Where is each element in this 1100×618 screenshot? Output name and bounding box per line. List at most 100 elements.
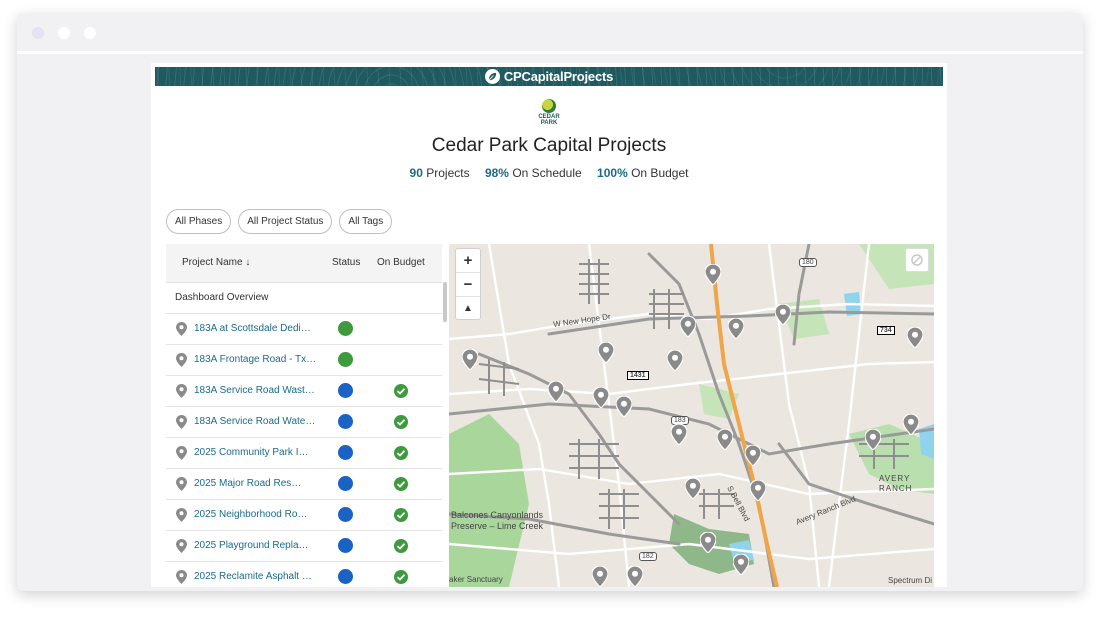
project-marker-icon[interactable] — [591, 565, 609, 587]
on-budget-check-icon — [394, 477, 408, 491]
table-scrollbar[interactable] — [443, 282, 447, 322]
location-disabled-icon[interactable] — [905, 248, 929, 272]
status-indicator — [338, 538, 353, 553]
map-label-balcones-2: Preserve – Lime Creek — [451, 521, 544, 531]
project-marker-icon[interactable] — [906, 326, 924, 349]
project-name-link[interactable]: 183A Service Road Wast… — [194, 385, 315, 396]
table-row[interactable]: 183A Service Road Wate… — [166, 407, 442, 438]
project-name-link[interactable]: 2025 Reclamite Asphalt … — [194, 571, 312, 582]
cedar-park-logo: CEDAR PARK — [531, 99, 567, 135]
filter-phases-button[interactable]: All Phases — [166, 209, 232, 234]
status-indicator — [338, 383, 353, 398]
map-canvas — [449, 244, 934, 587]
project-marker-icon[interactable] — [679, 315, 697, 338]
browser-window: CPCapitalProjects CEDAR PARK Cedar Park … — [17, 13, 1083, 591]
window-titlebar — [17, 13, 1083, 51]
project-marker-icon[interactable] — [547, 380, 565, 403]
project-name-link[interactable]: 2025 Community Park I… — [194, 447, 309, 458]
dashboard-overview-row[interactable]: Dashboard Overview — [166, 283, 442, 314]
project-table: Project Name ↓ Status On Budget Dashboar… — [166, 244, 442, 587]
map-zoom-control: + − ▲ — [455, 248, 481, 320]
map-pin-icon — [176, 384, 187, 398]
project-name-link[interactable]: 183A Frontage Road - Tx… — [194, 354, 316, 365]
project-marker-icon[interactable] — [902, 413, 920, 436]
banner-leaf-icon — [484, 69, 500, 84]
window-maximize-dot[interactable] — [84, 27, 96, 39]
stat-projects: 90 Projects — [409, 166, 470, 180]
table-row[interactable]: 183A Frontage Road - Tx… — [166, 345, 442, 376]
window-minimize-dot[interactable] — [58, 27, 70, 39]
map-pin-icon — [176, 415, 187, 429]
project-marker-icon[interactable] — [461, 348, 479, 371]
stat-on-budget: 100% On Budget — [597, 166, 689, 180]
table-row[interactable]: 2025 Neighborhood Ro… — [166, 500, 442, 531]
shield-1431-icon: 1431 — [627, 371, 649, 380]
project-marker-icon[interactable] — [592, 386, 610, 409]
shield-182-icon: 182 — [639, 552, 657, 561]
stat-on-schedule: 98% On Schedule — [484, 166, 582, 180]
table-row[interactable]: 2025 Reclamite Asphalt … — [166, 562, 442, 587]
project-marker-icon[interactable] — [732, 553, 750, 576]
window-close-dot[interactable] — [32, 27, 44, 39]
project-marker-icon[interactable] — [684, 477, 702, 500]
map-label-avery-ranch-2: RANCH — [879, 484, 913, 493]
map-attribution[interactable]: Spectrum Di — [888, 576, 932, 585]
table-row[interactable]: 183A Service Road Wast… — [166, 376, 442, 407]
zoom-out-button[interactable]: − — [456, 273, 480, 297]
table-row[interactable]: 2025 Playground Repla… — [166, 531, 442, 562]
map-pin-icon — [176, 539, 187, 553]
map-pin-icon — [176, 570, 187, 584]
project-name-link[interactable]: 183A at Scottsdale Dedi… — [194, 323, 311, 334]
on-budget-check-icon — [394, 446, 408, 460]
map-pin-icon — [176, 322, 187, 336]
filter-tags-button[interactable]: All Tags — [339, 209, 393, 234]
project-name-link[interactable]: 183A Service Road Wate… — [194, 416, 315, 427]
on-budget-check-icon — [394, 508, 408, 522]
column-header-name[interactable]: Project Name ↓ — [182, 257, 250, 268]
project-marker-icon[interactable] — [670, 423, 688, 446]
project-marker-icon[interactable] — [597, 341, 615, 364]
project-marker-icon[interactable] — [704, 263, 722, 286]
map-label-sanctuary: aker Sanctuary — [449, 575, 503, 584]
project-marker-icon[interactable] — [666, 349, 684, 372]
map-pin-icon — [176, 508, 187, 522]
project-name-link[interactable]: 2025 Major Road Res… — [194, 478, 301, 489]
banner-title[interactable]: CPCapitalProjects — [504, 69, 614, 84]
project-marker-icon[interactable] — [727, 317, 745, 340]
page-title: Cedar Park Capital Projects — [431, 135, 667, 156]
table-row[interactable]: 183A at Scottsdale Dedi… — [166, 314, 442, 345]
project-marker-icon[interactable] — [716, 428, 734, 451]
compass-reset-button[interactable]: ▲ — [456, 297, 480, 320]
status-indicator — [338, 569, 353, 584]
on-budget-check-icon — [394, 539, 408, 553]
project-marker-icon[interactable] — [626, 565, 644, 587]
project-marker-icon[interactable] — [615, 395, 633, 418]
project-marker-icon[interactable] — [774, 303, 792, 326]
table-row[interactable]: 2025 Major Road Res… — [166, 469, 442, 500]
map-label-balcones-1: Balcones Canyonlands — [451, 510, 544, 520]
on-budget-check-icon — [394, 384, 408, 398]
project-marker-icon[interactable] — [864, 428, 882, 451]
summary-stats: 90 Projects 98% On Schedule 100% On Budg… — [151, 166, 947, 180]
project-name-link[interactable]: 2025 Neighborhood Ro… — [194, 509, 307, 520]
project-marker-icon[interactable] — [749, 479, 767, 502]
status-indicator — [338, 476, 353, 491]
status-indicator — [338, 321, 353, 336]
titlebar-divider — [17, 51, 1083, 54]
table-row[interactable]: 2025 Community Park I… — [166, 438, 442, 469]
project-marker-icon[interactable] — [699, 531, 717, 554]
shield-734-icon: 734 — [877, 326, 895, 335]
status-indicator — [338, 352, 353, 367]
zoom-in-button[interactable]: + — [456, 249, 480, 273]
status-indicator — [338, 445, 353, 460]
project-name-link[interactable]: 2025 Playground Repla… — [194, 540, 309, 551]
shield-180-icon: 180 — [799, 258, 817, 267]
status-indicator — [338, 414, 353, 429]
page-viewport: CPCapitalProjects CEDAR PARK Cedar Park … — [151, 63, 947, 587]
project-marker-icon[interactable] — [744, 444, 762, 467]
column-header-budget[interactable]: On Budget — [377, 257, 425, 268]
map-pin-icon — [176, 477, 187, 491]
project-map[interactable]: + − ▲ W New Hope Dr S Bell Blvd Avery Ra… — [449, 244, 934, 587]
filter-status-button[interactable]: All Project Status — [238, 209, 333, 234]
column-header-status[interactable]: Status — [332, 257, 360, 268]
